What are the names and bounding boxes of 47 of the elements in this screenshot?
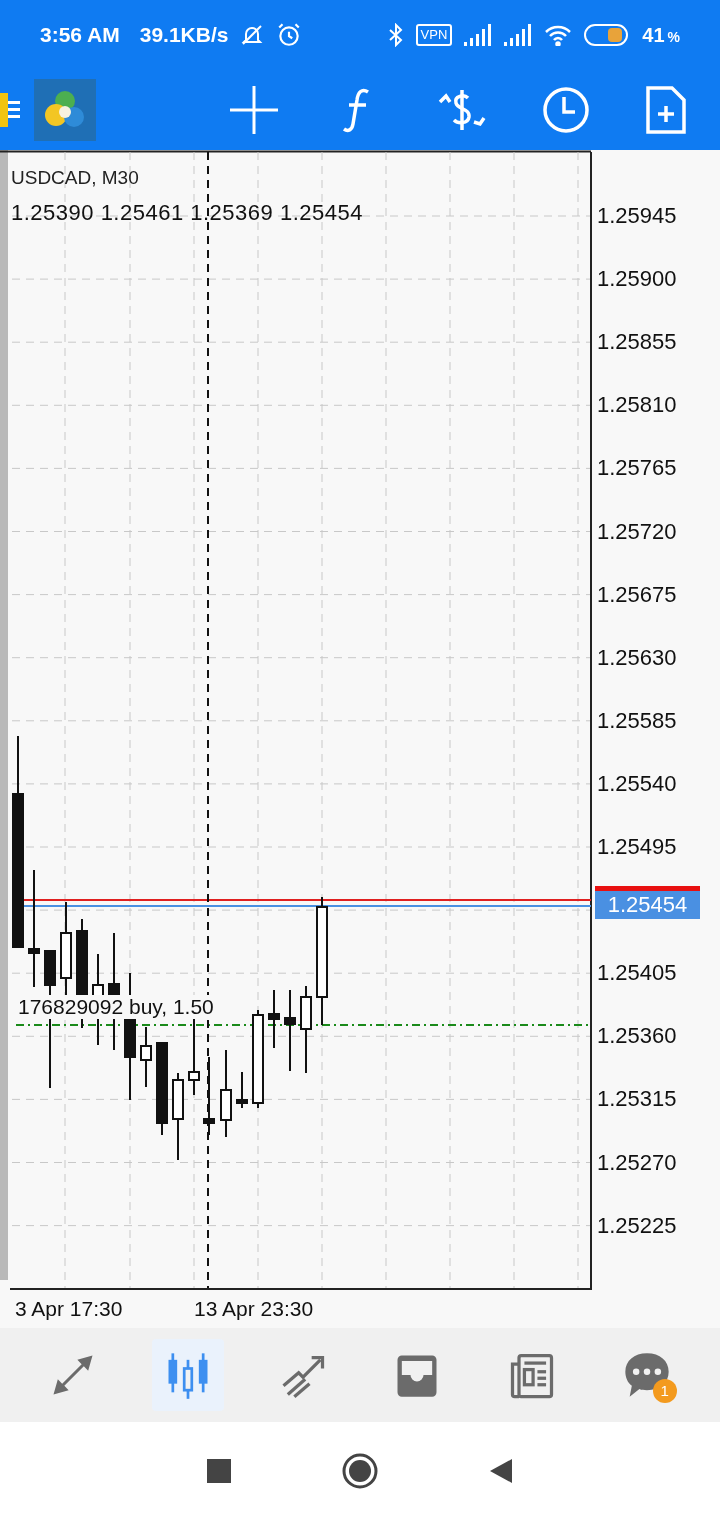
app-logo-icon[interactable] xyxy=(34,79,96,141)
candle xyxy=(140,1026,152,1088)
menu-icon[interactable] xyxy=(0,93,20,127)
crosshair-icon[interactable] xyxy=(228,84,280,136)
current-price-label: 1.25454 xyxy=(595,891,700,919)
recents-button-icon[interactable] xyxy=(206,1458,232,1484)
home-button-icon[interactable] xyxy=(342,1453,378,1489)
signal-icon xyxy=(464,24,493,46)
order-label: 176829092 buy, 1.50 xyxy=(18,995,214,1019)
chart-symbol: USDCAD, M30 xyxy=(11,166,139,190)
percent-sign: % xyxy=(667,28,680,47)
price-axis-label: 1.25945 xyxy=(597,202,677,230)
price-axis-label: 1.25495 xyxy=(597,833,677,861)
price-axis-label: 1.25225 xyxy=(597,1211,677,1240)
back-button-icon[interactable] xyxy=(488,1457,514,1485)
ohlc-values: 1.25390 1.25461 1.25369 1.25454 xyxy=(11,199,363,227)
candle xyxy=(236,1071,248,1109)
price-axis-label: 1.25675 xyxy=(597,580,677,609)
vpn-badge: VPN xyxy=(415,24,453,46)
candle xyxy=(268,989,280,1049)
price-axis-label: 1.25630 xyxy=(597,643,677,672)
price-axis-label: 1.25810 xyxy=(597,391,677,420)
price-axis-label: 1.25900 xyxy=(597,265,677,294)
price-axis-label: 1.25585 xyxy=(597,706,677,735)
clock-icon[interactable] xyxy=(540,84,592,136)
price-axis-label: 1.25765 xyxy=(597,454,677,483)
wifi-icon xyxy=(544,24,573,46)
signal-icon xyxy=(504,24,533,46)
price-axis-label: 1.25540 xyxy=(597,769,677,798)
muted-bell-icon xyxy=(240,23,265,47)
nav-tab[interactable] xyxy=(152,1339,224,1411)
price-axis-label: 1.25315 xyxy=(597,1085,677,1114)
time-axis-label: 3 Apr 17:30 xyxy=(15,1296,123,1323)
price-axis-label: 1.25360 xyxy=(597,1022,677,1051)
notification-badge: 1 xyxy=(652,1379,677,1403)
new-document-icon[interactable] xyxy=(644,84,688,136)
price-axis-label: 1.25855 xyxy=(597,328,677,357)
clock-time: 3:56 AM xyxy=(40,22,120,49)
price-axis-label: 1.25720 xyxy=(597,517,677,546)
battery-icon xyxy=(584,23,631,47)
time-axis-label: 13 Apr 23:30 xyxy=(194,1296,314,1323)
bluetooth-icon xyxy=(387,23,404,47)
network-speed: 39.1KB/s xyxy=(139,22,229,49)
nav-tab[interactable]: 1 xyxy=(610,1339,683,1411)
battery-percentage: 41 xyxy=(642,23,665,48)
price-axis-label: 1.25405 xyxy=(597,959,677,988)
price-axis-label: 1.25270 xyxy=(597,1148,677,1177)
